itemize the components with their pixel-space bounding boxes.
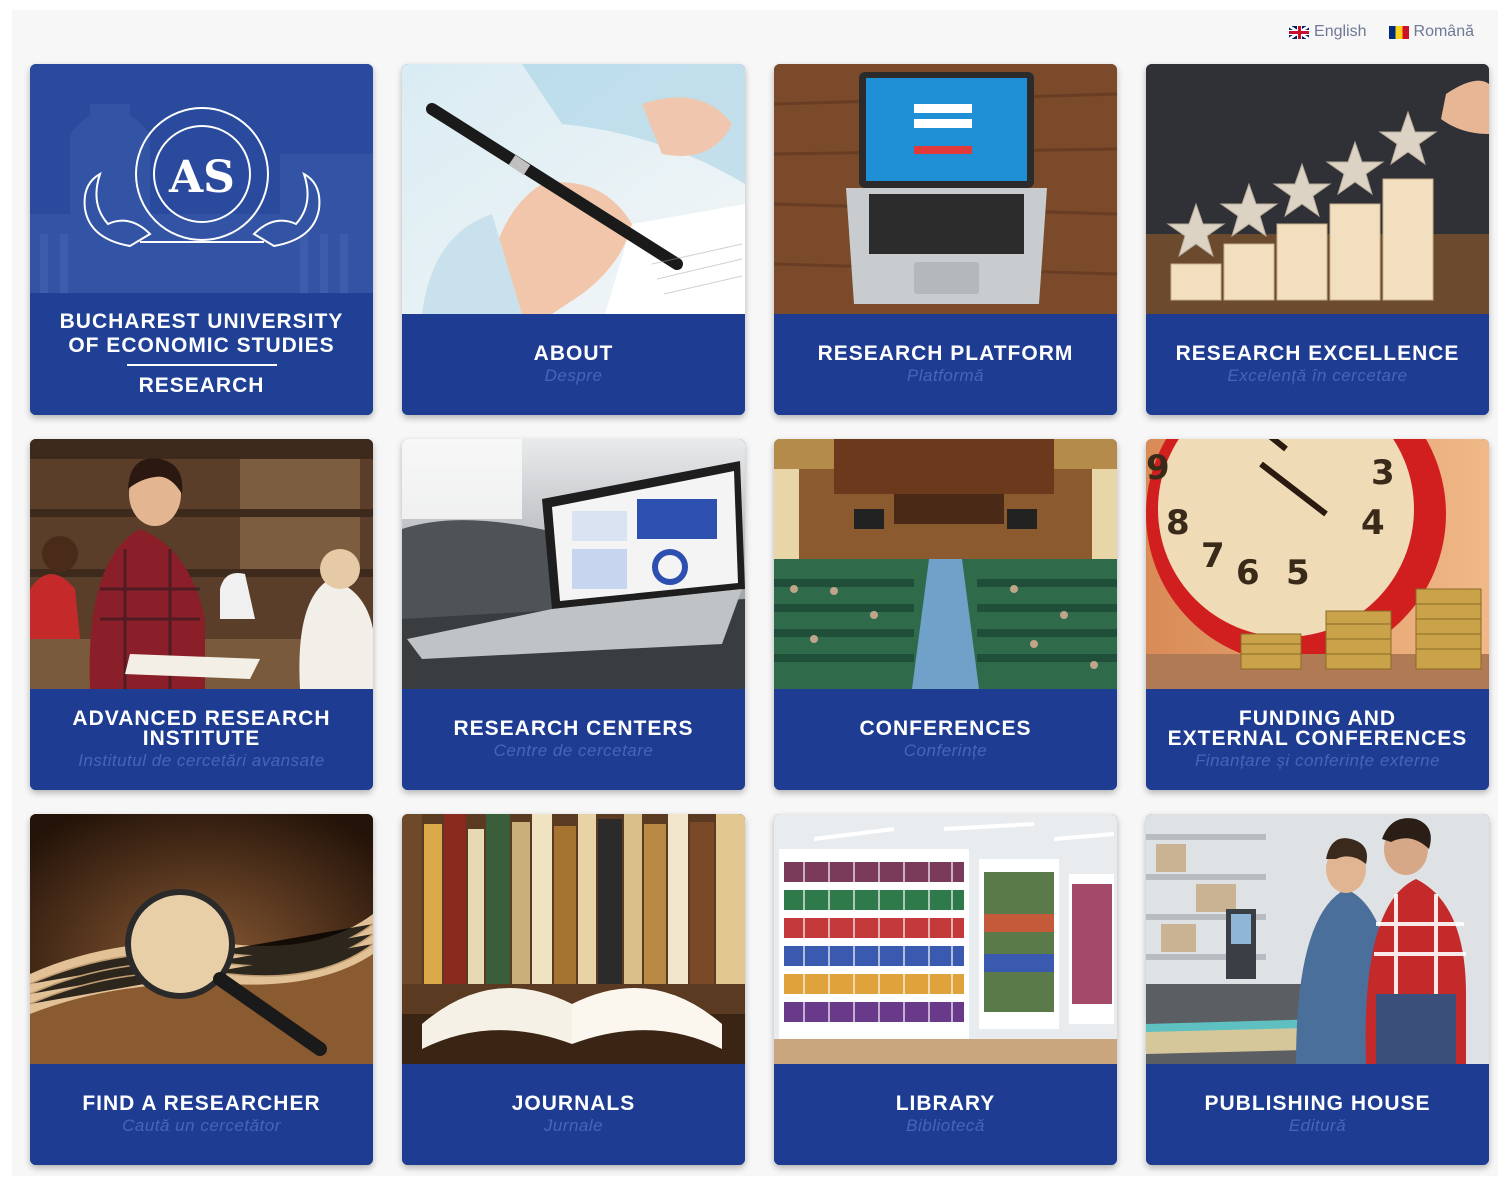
tile-research-centers-subtitle: Centre de cercetare xyxy=(493,740,654,760)
tile-conferences-title: CONFERENCES xyxy=(859,716,1032,740)
laptop-dashboard-image xyxy=(402,439,745,689)
tile-advanced-research-institute-title-line1: ADVANCED RESEARCH xyxy=(72,706,331,730)
tile-publishing-house-caption: PUBLISHING HOUSE Editură xyxy=(1146,1064,1489,1165)
tile-journals-caption: JOURNALS Jurnale xyxy=(402,1064,745,1165)
tile-research-centers-title: RESEARCH CENTERS xyxy=(453,716,694,740)
tile-publishing-house[interactable]: PUBLISHING HOUSE Editură xyxy=(1146,814,1489,1165)
tile-advanced-research-institute-caption: ADVANCED RESEARCH INSTITUTE Institutul d… xyxy=(30,689,373,790)
svg-text:3: 3 xyxy=(1371,453,1395,493)
laptop-login-image xyxy=(774,64,1117,314)
tile-about-caption: ABOUT Despre xyxy=(402,314,745,415)
language-romanian-link[interactable]: Română xyxy=(1388,23,1474,41)
tile-conferences[interactable]: CONFERENCES Conferințe xyxy=(774,439,1117,790)
svg-text:7: 7 xyxy=(1201,536,1225,576)
tile-research-excellence-subtitle: Excelență în cercetare xyxy=(1227,365,1408,385)
tile-research-platform-subtitle: Platformă xyxy=(906,365,985,385)
svg-text:5: 5 xyxy=(1286,553,1310,593)
tile-research-platform-title: RESEARCH PLATFORM xyxy=(817,341,1074,365)
tile-funding-title-line1: FUNDING AND xyxy=(1238,706,1397,730)
university-building-image: AS xyxy=(30,64,373,314)
tile-research-excellence-title: RESEARCH EXCELLENCE xyxy=(1175,341,1460,365)
brand-name-line1: BUCHAREST UNIVERSITY xyxy=(59,310,344,333)
tile-library-title: LIBRARY xyxy=(895,1091,996,1115)
tile-journals-title: JOURNALS xyxy=(511,1091,636,1115)
tile-advanced-research-institute[interactable]: ADVANCED RESEARCH INSTITUTE Institutul d… xyxy=(30,439,373,790)
svg-text:AS: AS xyxy=(168,152,235,203)
tile-funding-title-line2: EXTERNAL CONFERENCES xyxy=(1167,726,1468,750)
tile-library[interactable]: LIBRARY Bibliotecă xyxy=(774,814,1117,1165)
tile-research-excellence-caption: RESEARCH EXCELLENCE Excelență în cerceta… xyxy=(1146,314,1489,415)
tile-funding-external-conferences-caption: FUNDING AND EXTERNAL CONFERENCES Finanța… xyxy=(1146,689,1489,790)
tile-research-platform[interactable]: RESEARCH PLATFORM Platformă xyxy=(774,64,1117,415)
tile-advanced-research-institute-subtitle: Institutul de cercetări avansate xyxy=(78,750,325,770)
tile-funding-subtitle: Finanțare și conferințe externe xyxy=(1194,750,1441,770)
tile-research-centers-caption: RESEARCH CENTERS Centre de cercetare xyxy=(402,689,745,790)
brand-divider xyxy=(126,364,277,366)
uk-flag-icon xyxy=(1289,25,1310,39)
svg-text:9: 9 xyxy=(1146,448,1170,488)
conference-hall-image xyxy=(774,439,1117,689)
svg-text:8: 8 xyxy=(1166,503,1190,543)
tile-about-subtitle: Despre xyxy=(544,365,603,385)
tile-find-a-researcher[interactable]: FIND A RESEARCHER Caută un cercetător xyxy=(30,814,373,1165)
language-english-label: English xyxy=(1314,23,1367,40)
library-shelves-image xyxy=(774,814,1117,1064)
magnifier-on-book-image xyxy=(30,814,373,1064)
hand-writing-image xyxy=(402,64,745,314)
tile-research-excellence[interactable]: RESEARCH EXCELLENCE Excelență în cerceta… xyxy=(1146,64,1489,415)
tile-conferences-subtitle: Conferințe xyxy=(903,740,988,760)
svg-text:4: 4 xyxy=(1361,503,1385,543)
tile-about-title: ABOUT xyxy=(533,341,614,365)
tile-conferences-caption: CONFERENCES Conferințe xyxy=(774,689,1117,790)
brand-tile[interactable]: AS BUCHAREST UNIVERSITY OF ECONOMIC STUD… xyxy=(30,64,373,415)
romania-flag-icon xyxy=(1388,25,1409,39)
books-and-open-book-image xyxy=(402,814,745,1064)
tile-publishing-house-subtitle: Editură xyxy=(1288,1115,1347,1135)
tile-advanced-research-institute-title-line2: INSTITUTE xyxy=(142,726,261,750)
stars-on-blocks-image xyxy=(1146,64,1489,314)
tile-library-caption: LIBRARY Bibliotecă xyxy=(774,1064,1117,1165)
brand-section-label: RESEARCH xyxy=(138,374,265,397)
tile-find-a-researcher-caption: FIND A RESEARCHER Caută un cercetător xyxy=(30,1064,373,1165)
tile-find-a-researcher-subtitle: Caută un cercetător xyxy=(122,1115,281,1135)
brand-name-line2: OF ECONOMIC STUDIES xyxy=(68,334,335,357)
brand-caption: BUCHAREST UNIVERSITY OF ECONOMIC STUDIES… xyxy=(30,293,373,415)
svg-text:6: 6 xyxy=(1236,553,1260,593)
language-switcher: English Română xyxy=(1289,22,1474,42)
print-shop-image xyxy=(1146,814,1489,1064)
language-romanian-label: Română xyxy=(1413,23,1474,40)
clock-and-coins-image: 3 4 5678 9 xyxy=(1146,439,1489,689)
tile-about[interactable]: ABOUT Despre xyxy=(402,64,745,415)
page: English Română AS BUCHAREST UNIVERSITY O… xyxy=(12,10,1498,1176)
students-library-image xyxy=(30,439,373,689)
tile-funding-external-conferences[interactable]: 3456789 FUNDING AND EXTERNAL CONFERENCES… xyxy=(1146,439,1489,790)
tile-research-platform-caption: RESEARCH PLATFORM Platformă xyxy=(774,314,1117,415)
tile-library-subtitle: Bibliotecă xyxy=(906,1115,985,1135)
language-english-link[interactable]: English xyxy=(1289,23,1367,41)
tile-find-a-researcher-title: FIND A RESEARCHER xyxy=(82,1091,321,1115)
tile-publishing-house-title: PUBLISHING HOUSE xyxy=(1204,1091,1431,1115)
tile-journals-subtitle: Jurnale xyxy=(543,1115,604,1135)
tile-journals[interactable]: JOURNALS Jurnale xyxy=(402,814,745,1165)
tile-research-centers[interactable]: RESEARCH CENTERS Centre de cercetare xyxy=(402,439,745,790)
